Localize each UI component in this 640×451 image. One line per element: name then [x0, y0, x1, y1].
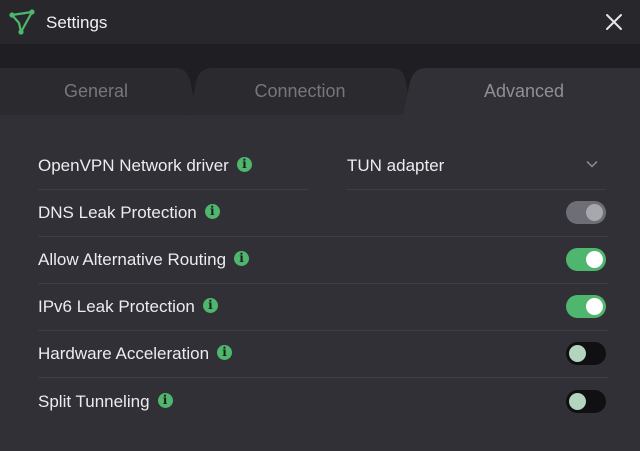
dns-leak-protection-label: DNS Leak Protection — [38, 202, 197, 222]
protonvpn-logo-icon — [9, 9, 35, 35]
tab-advanced-label: Advanced — [483, 81, 565, 101]
setting-label-split-tunneling: Split Tunneling i — [38, 378, 173, 425]
setting-row-split-tunneling: Split Tunneling i — [38, 378, 608, 425]
close-button[interactable] — [602, 9, 626, 35]
alternative-routing-label: Allow Alternative Routing — [38, 249, 227, 269]
setting-label-openvpn-driver: OpenVPN Network driver i — [38, 142, 252, 189]
openvpn-driver-label: OpenVPN Network driver — [38, 155, 229, 175]
split-tunneling-label: Split Tunneling — [38, 391, 150, 411]
split-tunneling-toggle[interactable] — [566, 390, 606, 413]
hardware-acceleration-label: Hardware Acceleration — [38, 343, 210, 363]
info-icon[interactable]: i — [204, 203, 220, 219]
toggle-knob — [586, 204, 603, 221]
info-icon[interactable]: i — [202, 297, 218, 313]
setting-row-alternative-routing: Allow Alternative Routing i — [38, 236, 608, 284]
tab-connection-label: Connection — [254, 81, 346, 101]
setting-label-dns-leak-protection: DNS Leak Protection i — [38, 189, 220, 236]
info-icon[interactable]: i — [157, 392, 173, 408]
ipv6-leak-protection-toggle[interactable] — [566, 295, 606, 318]
toggle-knob — [569, 393, 586, 410]
close-icon — [606, 14, 622, 30]
setting-row-dns-leak-protection: DNS Leak Protection i — [38, 189, 608, 237]
ipv6-leak-protection-label: IPv6 Leak Protection — [38, 296, 195, 316]
openvpn-driver-value: TUN adapter — [347, 155, 445, 175]
dns-leak-protection-toggle[interactable] — [566, 201, 606, 224]
window-title: Settings — [46, 13, 108, 32]
tab-general-label: General — [63, 81, 129, 101]
info-icon[interactable]: i — [217, 344, 233, 360]
tab-general[interactable]: General — [0, 68, 192, 115]
openvpn-driver-dropdown[interactable]: TUN adapter — [346, 142, 606, 190]
setting-label-alternative-routing: Allow Alternative Routing i — [38, 236, 250, 283]
setting-row-hardware-acceleration: Hardware Acceleration i — [38, 330, 608, 378]
info-icon[interactable]: i — [234, 250, 250, 266]
tab-advanced[interactable]: Advanced — [408, 68, 640, 115]
tab-strip: General Connection Advanced — [0, 44, 640, 115]
title-bar: Settings — [0, 0, 640, 44]
advanced-settings-panel: OpenVPN Network driver i TUN adapter DNS… — [0, 115, 640, 451]
tab-connection[interactable]: Connection — [196, 68, 404, 115]
info-icon[interactable]: i — [236, 156, 252, 172]
alternative-routing-toggle[interactable] — [566, 248, 606, 271]
setting-row-ipv6-leak-protection: IPv6 Leak Protection i — [38, 283, 608, 331]
hardware-acceleration-toggle[interactable] — [566, 342, 606, 365]
setting-row-openvpn-driver: OpenVPN Network driver i TUN adapter — [38, 142, 608, 190]
toggle-knob — [586, 251, 603, 268]
toggle-knob — [586, 298, 603, 315]
setting-label-hardware-acceleration: Hardware Acceleration i — [38, 330, 233, 377]
chevron-down-icon — [586, 160, 598, 168]
toggle-knob — [569, 345, 586, 362]
setting-label-ipv6-leak-protection: IPv6 Leak Protection i — [38, 283, 218, 330]
